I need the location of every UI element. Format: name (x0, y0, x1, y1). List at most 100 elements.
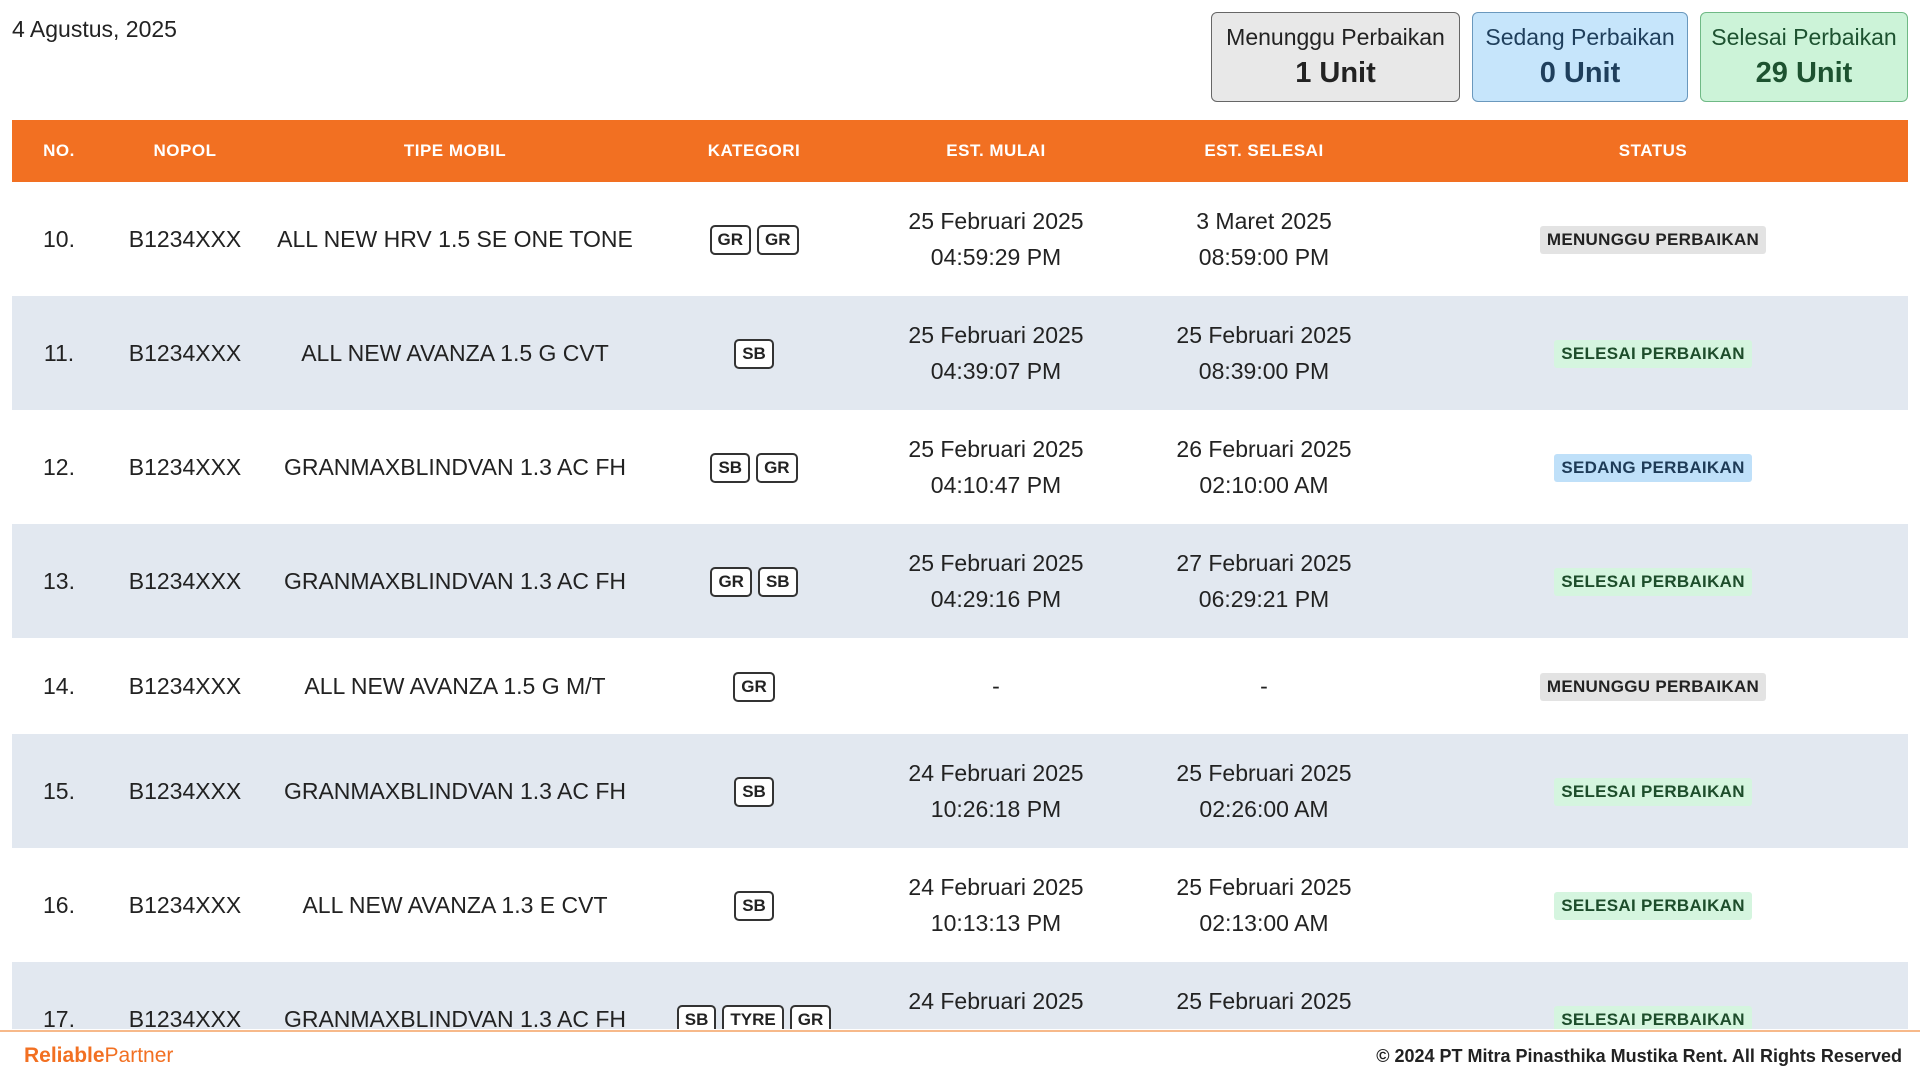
repair-table-container[interactable]: NO. NOPOL TIPE MOBIL KATEGORI EST. MULAI… (12, 120, 1908, 1029)
cell-nopol: B1234XXX (128, 891, 242, 918)
column-header-est-selesai: EST. SELESAI (1130, 120, 1398, 182)
status-badge: MENUNGGU PERBAIKAN (1539, 673, 1767, 701)
table-row: 10. B1234XXX ALL NEW HRV 1.5 SE ONE TONE GR… (12, 182, 1908, 296)
copyright-text: © 2024 PT Mitra Pinasthika Mustika Rent.… (1376, 1045, 1902, 1066)
table-row: 16. B1234XXX ALL NEW AVANZA 1.3 E CVT SB 24 … (12, 848, 1908, 962)
cell-status: SELESAI PERBAIKAN (1398, 524, 1908, 638)
status-badge: MENUNGGU PERBAIKAN (1539, 226, 1767, 254)
est-selesai-time: 05:00:00 AM (1130, 1019, 1398, 1029)
est-mulai-time: 04:29:16 PM (930, 586, 1062, 612)
est-selesai-time: 08:59:00 PM (1198, 244, 1330, 270)
est-selesai-date: 25 Februari 2025 (1176, 322, 1352, 348)
cell-nopol: B1234XXX (128, 672, 242, 699)
table-row: 17. B1234XXX GRANMAXBLINDVAN 1.3 AC FH SB TY… (12, 962, 1908, 1029)
est-selesai-time: 08:39:00 PM (1198, 358, 1330, 384)
cell-tipe-mobil: GRANMAXBLINDVAN 1.3 AC FH (283, 1005, 627, 1030)
table-row: 13. B1234XXX GRANMAXBLINDVAN 1.3 AC FH GR SB… (12, 524, 1908, 638)
cell-kategori: SB GR (646, 410, 862, 524)
cell-est-mulai: 25 Februari 2025 04:29:16 PM (862, 524, 1130, 638)
column-header-est-mulai: EST. MULAI (862, 120, 1130, 182)
est-selesai-time: 02:13:00 AM (1199, 910, 1329, 936)
column-header-nopol: NOPOL (106, 120, 264, 182)
cell-kategori: GR SB (646, 524, 862, 638)
kategori-chip: SB (710, 452, 751, 483)
cell-tipe-mobil: ALL NEW HRV 1.5 SE ONE TONE (277, 225, 633, 252)
cell-no: 13. (43, 567, 75, 594)
cell-nopol: B1234XXX (128, 225, 242, 252)
cell-no: 11. (43, 339, 75, 366)
kategori-chip: GR (789, 1004, 832, 1029)
done-count: 29 Unit (1755, 57, 1853, 89)
cell-est-mulai: 25 Februari 2025 04:39:07 PM (862, 296, 1130, 410)
kategori-chip: SB (676, 1004, 717, 1029)
brand-name-part1: Reliable (24, 1044, 105, 1067)
status-badge: SELESAI PERBAIKAN (1554, 778, 1752, 806)
kategori-chip: SB (734, 776, 774, 807)
progress-label: Sedang Perbaikan (1485, 24, 1675, 50)
cell-status: SELESAI PERBAIKAN (1398, 962, 1908, 1029)
table-row: 11. B1234XXX ALL NEW AVANZA 1.5 G CVT SB 25 … (12, 296, 1908, 410)
cell-est-selesai: 3 Maret 2025 08:59:00 PM (1130, 182, 1398, 296)
brand-name-part2: Partner (104, 1044, 174, 1067)
cell-no: 16. (43, 891, 75, 918)
cell-tipe-mobil: GRANMAXBLINDVAN 1.3 AC FH (283, 777, 627, 804)
cell-est-selesai: 25 Februari 2025 08:39:00 PM (1130, 296, 1398, 410)
cell-no: 17. (43, 1005, 75, 1030)
est-mulai-time: 04:59:29 PM (930, 244, 1062, 270)
est-selesai-date: 25 Februari 2025 (1176, 874, 1352, 900)
est-mulai-time: 10:26:18 PM (930, 796, 1062, 822)
cell-est-selesai: 25 Februari 2025 02:13:00 AM (1130, 848, 1398, 962)
cell-status: SELESAI PERBAIKAN (1398, 848, 1908, 962)
brand-logo: ReliablePartner (24, 1044, 173, 1068)
cell-status: SEDANG PERBAIKAN (1398, 410, 1908, 524)
cell-tipe-mobil: ALL NEW AVANZA 1.5 G CVT (301, 339, 609, 366)
cell-nopol: B1234XXX (128, 1005, 242, 1030)
column-header-no: NO. (12, 120, 106, 182)
est-selesai-date: 26 Februari 2025 (1176, 436, 1352, 462)
progress-summary-card: Sedang Perbaikan 0 Unit (1472, 12, 1688, 102)
cell-est-mulai: 25 Februari 2025 04:59:29 PM (862, 182, 1130, 296)
cell-tipe-mobil: ALL NEW AVANZA 1.5 G M/T (304, 672, 606, 699)
cell-status: MENUNGGU PERBAIKAN (1398, 638, 1908, 734)
waiting-summary-card: Menunggu Perbaikan 1 Unit (1211, 12, 1460, 102)
done-summary-card: Selesai Perbaikan 29 Unit (1700, 12, 1908, 102)
table-row: 12. B1234XXX GRANMAXBLINDVAN 1.3 AC FH SB GR… (12, 410, 1908, 524)
status-badge: SELESAI PERBAIKAN (1554, 1006, 1752, 1029)
column-header-kategori: KATEGORI (646, 120, 862, 182)
cell-est-mulai: 24 Februari 2025 10:13:13 PM (862, 848, 1130, 962)
cell-est-selesai: 25 Februari 2025 05:00:00 AM (1130, 962, 1398, 1029)
cell-status: SELESAI PERBAIKAN (1398, 296, 1908, 410)
cell-est-mulai: 24 Februari 2025 08:59:39 PM (862, 962, 1130, 1029)
est-selesai-date: 25 Februari 2025 (1176, 760, 1352, 786)
table-body: 10. B1234XXX ALL NEW HRV 1.5 SE ONE TONE GR… (12, 182, 1908, 1029)
est-mulai-date: 24 Februari 2025 (908, 874, 1084, 900)
est-selesai-date: 27 Februari 2025 (1176, 550, 1352, 576)
est-mulai-time: 04:10:47 PM (930, 472, 1062, 498)
done-label: Selesai Perbaikan (1711, 24, 1897, 50)
cell-nopol: B1234XXX (128, 567, 242, 594)
est-mulai-time: 04:39:07 PM (930, 358, 1062, 384)
footer: ReliablePartner © 2024 PT Mitra Pinasthi… (0, 1030, 1920, 1080)
est-selesai-time: 02:10:00 AM (1199, 472, 1329, 498)
cell-tipe-mobil: ALL NEW AVANZA 1.3 E CVT (302, 891, 608, 918)
cell-est-mulai: - (862, 638, 1130, 734)
kategori-chip: SB (734, 890, 774, 921)
cell-no: 12. (43, 453, 75, 480)
waiting-count: 1 Unit (1295, 57, 1376, 89)
table-row: 15. B1234XXX GRANMAXBLINDVAN 1.3 AC FH SB 24… (12, 734, 1908, 848)
est-mulai-date: 24 Februari 2025 (908, 988, 1084, 1014)
cell-status: MENUNGGU PERBAIKAN (1398, 182, 1908, 296)
cell-no: 10. (43, 225, 75, 252)
kategori-chip: GR (709, 224, 751, 255)
kategori-chip: GR (756, 452, 798, 483)
progress-count: 0 Unit (1539, 57, 1621, 89)
cell-nopol: B1234XXX (128, 453, 242, 480)
kategori-chip: GR (757, 224, 799, 255)
est-mulai-date: - (992, 673, 1000, 699)
column-header-status: STATUS (1398, 120, 1908, 182)
est-selesai-date: 25 Februari 2025 (1176, 988, 1352, 1014)
est-selesai-date: 3 Maret 2025 (1196, 208, 1332, 234)
cell-kategori: GR (646, 638, 862, 734)
status-badge: SELESAI PERBAIKAN (1554, 340, 1752, 368)
est-mulai-date: 25 Februari 2025 (908, 550, 1084, 576)
